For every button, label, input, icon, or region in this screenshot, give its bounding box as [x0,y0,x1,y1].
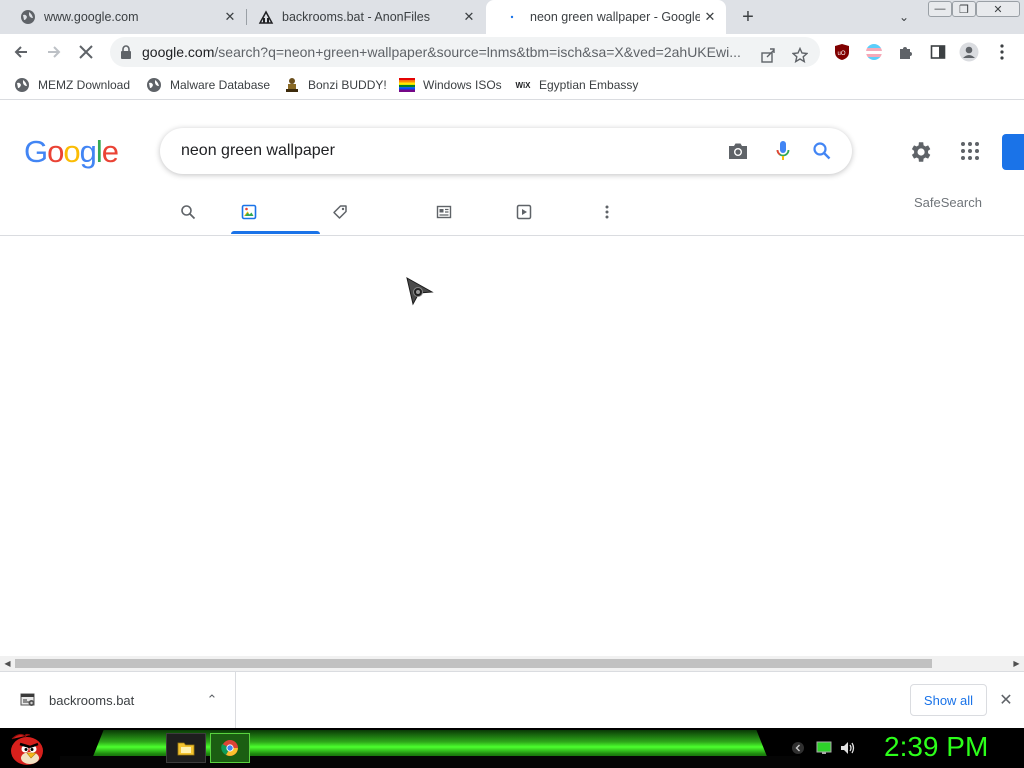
batch-file-icon [20,693,35,706]
tab-google-home[interactable]: www.google.com ✕ [0,0,246,34]
folder-icon [177,742,195,756]
rainbow-flag-icon [399,77,415,93]
tab-strip: www.google.com ✕ backrooms.bat - AnonFil… [0,0,1024,34]
download-bar: backrooms.bat ⌃ Show all ✕ [0,671,1024,728]
wix-icon: WiX [515,80,531,90]
side-panel-icon[interactable] [928,42,948,62]
back-button[interactable] [9,40,33,64]
stop-icon [79,45,93,59]
scrollbar-thumb[interactable] [15,659,932,668]
download-item[interactable]: backrooms.bat ⌃ [0,672,236,728]
mouse-cursor-icon [404,276,436,308]
bookmark-label: Malware Database [170,78,271,92]
maximize-button[interactable]: ❐ [952,1,976,17]
logo-letter: e [101,134,119,169]
menu-kebab-icon[interactable] [992,42,1012,62]
sign-in-button[interactable] [1002,134,1024,170]
taskbar-clock[interactable]: 2:39 PM [884,731,988,763]
address-bar[interactable]: google.com/search?q=neon+green+wallpaper… [110,37,820,67]
globe-icon [14,77,30,93]
search-icon[interactable] [810,139,834,163]
bookmark-bonzi-buddy[interactable]: Bonzi BUDDY! [284,76,387,94]
stop-button[interactable] [74,40,98,64]
url-text: google.com/search?q=neon+green+wallpaper… [142,44,741,60]
filter-all-search-icon[interactable] [178,202,198,222]
bookmark-label: Windows ISOs [423,78,502,92]
search-box[interactable]: neon green wallpaper [160,128,852,174]
tab-title: backrooms.bat - AnonFiles [282,10,430,24]
divider [0,235,1024,236]
tab-anonfiles[interactable]: backrooms.bat - AnonFiles ✕ [247,0,485,34]
volume-speaker-icon[interactable] [840,740,856,756]
globe-icon [146,77,162,93]
share-icon[interactable] [758,45,778,65]
tray-chevron-icon[interactable] [790,740,806,756]
start-button-angry-bird-icon[interactable] [6,729,46,767]
taskbar-chrome-button[interactable] [210,733,250,763]
horizontal-scrollbar[interactable]: ◀ ▶ [0,656,1024,671]
filter-videos-play-icon[interactable] [514,202,534,222]
active-tab-indicator [231,231,320,234]
forward-button[interactable] [42,40,66,64]
google-logo[interactable]: Google [24,134,119,170]
loading-icon [504,9,520,25]
taskbar: 2:39 PM [0,728,1024,768]
scroll-left-arrow-icon[interactable]: ◀ [0,656,15,671]
forward-arrow-icon [48,46,61,58]
bookmark-label: MEMZ Download [38,78,131,92]
camera-icon[interactable] [726,139,750,163]
filter-images-icon[interactable] [239,202,259,222]
trans-flag-extension-icon[interactable] [864,42,884,62]
logo-letter: G [24,134,48,169]
filter-news-icon[interactable] [434,202,454,222]
network-monitor-icon[interactable] [816,740,832,756]
bookmarks-bar: MEMZ Download Malware Database Bonzi BUD… [0,70,1024,100]
logo-letter: g [79,134,97,169]
lock-icon [121,45,131,59]
show-all-button[interactable]: Show all [910,684,987,716]
profile-avatar-icon[interactable] [959,42,979,62]
filter-more-icon[interactable] [597,202,617,222]
chrome-icon [221,740,238,756]
settings-gear-icon[interactable] [907,139,933,165]
bookmark-star-icon[interactable] [790,45,810,65]
tab-search-button[interactable]: ⌄ [894,7,914,27]
close-download-bar-icon[interactable]: ✕ [996,690,1016,710]
tab-title: neon green wallpaper - Google S [530,10,700,24]
close-window-button[interactable]: ✕ [976,1,1020,17]
bonzi-icon [284,77,300,93]
logo-letter: o [63,134,80,169]
bookmark-label: Egyptian Embassy [539,78,639,92]
taskbar-explorer-button[interactable] [166,733,206,763]
extensions-puzzle-icon[interactable] [896,42,916,62]
safesearch-link[interactable]: SafeSearch [914,195,982,210]
svg-text:uO: uO [838,51,846,57]
anonfiles-icon [258,9,274,25]
close-tab-icon[interactable]: ✕ [700,7,720,27]
search-query[interactable]: neon green wallpaper [181,142,335,160]
scroll-right-arrow-icon[interactable]: ▶ [1009,656,1024,671]
browser-toolbar: google.com/search?q=neon+green+wallpaper… [0,34,1024,70]
tab-title: www.google.com [44,10,139,24]
google-apps-grid-icon[interactable] [958,139,982,163]
bookmark-egyptian-embassy[interactable]: WiX Egyptian Embassy [515,76,638,94]
close-tab-icon[interactable]: ✕ [220,7,240,27]
logo-letter: o [47,134,64,169]
bookmark-malware-database[interactable]: Malware Database [146,76,270,94]
microphone-icon[interactable] [771,139,795,163]
download-filename: backrooms.bat [49,693,135,708]
filter-shopping-tag-icon[interactable] [330,202,350,222]
new-tab-button[interactable]: + [736,6,760,28]
bookmark-windows-isos[interactable]: Windows ISOs [399,76,502,94]
globe-icon [20,9,36,25]
ublock-icon[interactable]: uO [832,42,852,62]
chevron-up-icon[interactable]: ⌃ [202,690,222,710]
bookmark-label: Bonzi BUDDY! [308,78,387,92]
back-arrow-icon [14,46,27,58]
tab-image-search[interactable]: neon green wallpaper - Google S ✕ [486,0,726,34]
close-tab-icon[interactable]: ✕ [459,7,479,27]
bookmark-memz[interactable]: MEMZ Download [14,76,130,94]
minimize-button[interactable]: — [928,1,952,17]
